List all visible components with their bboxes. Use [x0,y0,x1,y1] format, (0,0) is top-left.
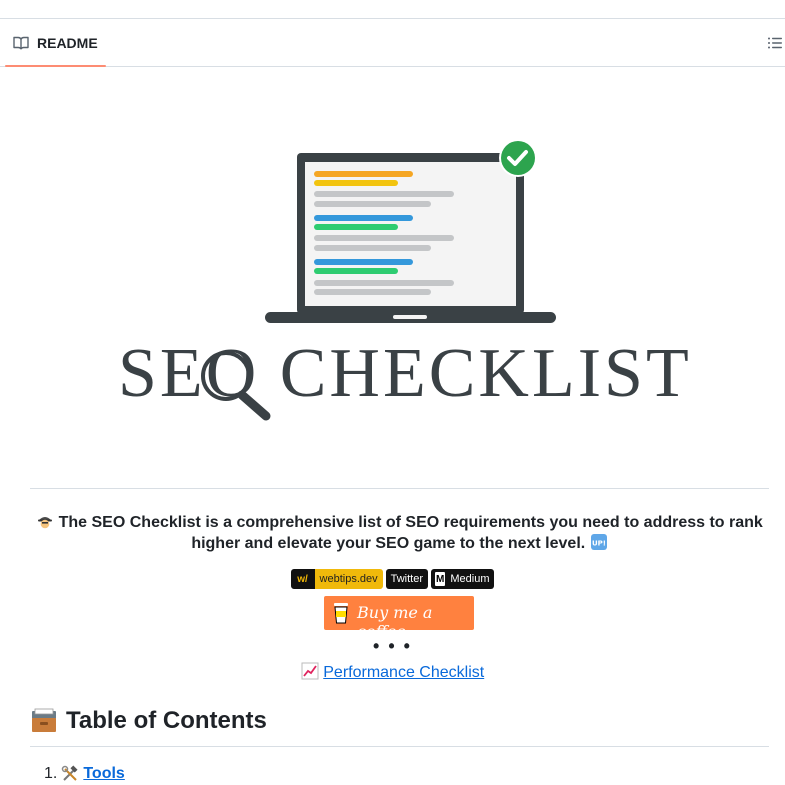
medium-badge[interactable]: M Medium [431,569,495,589]
medium-badge-label: Medium [450,573,490,585]
medium-logo: M [435,572,446,586]
toc-list-item: 1. Tools [44,765,125,783]
chart-increasing-icon [301,662,319,680]
top-border [0,0,785,19]
toc-divider [30,746,769,747]
webtips-badge[interactable]: w/ webtips.dev [290,569,383,589]
intro-paragraph: The SEO Checklist is a comprehensive lis… [30,512,769,554]
list-unordered-icon[interactable] [767,35,783,51]
readme-header: README [0,19,785,67]
book-icon [13,36,29,50]
tab-readme[interactable]: README [5,19,106,67]
toc-item-link[interactable]: Tools [83,765,124,783]
card-file-box-icon [32,708,56,732]
webtips-logo: w/ [290,569,315,589]
twitter-badge-label: Twitter [390,573,424,585]
up-button-icon: UP! [590,534,607,550]
coffee-cup-icon [334,603,348,624]
hero-title: SEO CHECKLIST [118,335,692,412]
intro-text: The SEO Checklist is a comprehensive lis… [58,514,763,552]
tab-readme-label: README [37,35,98,51]
active-tab-indicator [5,65,106,67]
toc-heading-label: Table of Contents [66,707,267,734]
svg-text:UP!: UP! [592,540,606,548]
performance-link-row: Performance Checklist [0,662,785,682]
laptop-illustration [265,153,556,323]
performance-checklist-link[interactable]: Performance Checklist [323,664,484,681]
toc-heading: Table of Contents [30,707,267,735]
separator-dots: • • • [373,636,412,656]
divider [30,488,769,489]
detective-icon [38,517,53,529]
buy-me-a-coffee-button[interactable]: Buy me a coffee [324,596,474,641]
twitter-badge[interactable]: Twitter [385,569,429,589]
badge-row: w/ webtips.dev Twitter M Medium [0,569,785,589]
hammer-wrench-icon [62,765,78,781]
check-badge-icon [499,140,537,177]
toc-item-number: 1. [44,765,58,782]
webtips-badge-label: webtips.dev [314,569,383,589]
